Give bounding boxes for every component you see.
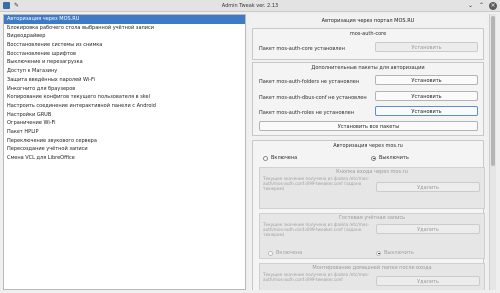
folders-status: Пакет mos-auth-folders не установлен (259, 79, 360, 85)
sidebar-item-recreate-account[interactable]: Пересоздание учётной записи (4, 145, 245, 154)
install-dbus-conf-button[interactable]: Установить (375, 91, 478, 101)
auth-group: Авторизация через mos.ru Включена Выключ… (252, 140, 485, 290)
settings-panel: Авторизация через портал MOS.RU mos-auth… (249, 14, 487, 290)
scrollbar-thumb[interactable] (491, 16, 495, 166)
login-button-title: Кнопка входа через mos.ru (336, 169, 408, 175)
sidebar-item-video-driver[interactable]: Видеодрайвер (4, 32, 245, 41)
home-mount-setting: Монтирование домашней папки после входа … (259, 263, 485, 290)
sidebar-item-wifi-passwords[interactable]: Защита введённых паролей Wi-Fi (4, 76, 245, 85)
install-roles-button[interactable]: Установить (375, 106, 478, 116)
home-mount-delete-button[interactable]: Удалить (376, 276, 480, 286)
sidebar-item-restore-fonts[interactable]: Восстановление шрифтов (4, 50, 245, 59)
sidebar-item-mos-auth[interactable]: Авторизация через MOS.RU (4, 15, 245, 24)
sidebar-item-store-access[interactable]: Доступ к Магазину (4, 67, 245, 76)
guest-account-title: Гостевая учётная запись (338, 215, 406, 221)
guest-account-delete-button[interactable]: Удалить (376, 224, 480, 234)
sidebar-item-libreoffice-vcl[interactable]: Смена VCL для LibreOffice (4, 154, 245, 163)
guest-account-source: Текущее значение получено из файла /etc/… (263, 222, 370, 237)
login-button-source: Текущее значение получено из файла /etc/… (263, 176, 370, 191)
guest-disable-label: Выключить (384, 250, 414, 256)
panel-scrollbar[interactable] (489, 14, 496, 290)
auth-disable-label: Выключить (379, 155, 409, 161)
sidebar-item-android-panel[interactable]: Настроить соединение интерактивной панел… (4, 102, 245, 111)
guest-disable-radio[interactable]: Выключить (376, 250, 414, 256)
sidebar-item-copy-skel[interactable]: Копирование конфигов текущего пользовате… (4, 93, 245, 102)
minimize-icon[interactable]: ⌄ (467, 2, 474, 9)
guest-enabled-label: Включена (276, 250, 303, 256)
sidebar-item-incognito[interactable]: Инкогнито для браузеров (4, 85, 245, 94)
auth-enabled-radio[interactable]: Включена (263, 155, 297, 161)
login-button-setting: Кнопка входа через mos.ru Текущее значен… (259, 167, 485, 209)
guest-account-setting: Гостевая учётная запись Текущее значение… (259, 213, 485, 259)
home-mount-source: Текущее значение получено из файла /etc/… (263, 272, 370, 282)
guest-enabled-radio[interactable]: Включена (268, 250, 302, 256)
install-folders-button[interactable]: Установить (375, 75, 478, 85)
radio-icon (268, 250, 273, 256)
radio-icon (263, 155, 268, 161)
maximize-icon[interactable]: ⌃ (478, 2, 485, 9)
auth-group-title: Авторизация через mos.ru (333, 143, 403, 149)
sidebar: Авторизация через MOS.RU Блокировка рабо… (3, 14, 246, 290)
install-all-button[interactable]: Установить все пакеты (259, 121, 478, 131)
auth-disable-radio[interactable]: Выключить (371, 155, 409, 161)
login-button-delete-button[interactable]: Удалить (376, 182, 480, 192)
close-icon[interactable]: × (489, 2, 497, 10)
sidebar-item-wifi-limit[interactable]: Ограничение Wi-Fi (4, 119, 245, 128)
sidebar-item-power[interactable]: Выключение и перезагрузка (4, 58, 245, 67)
sidebar-item-grub[interactable]: Настройки GRUB (4, 111, 245, 120)
sidebar-item-restore-snapshot[interactable]: Восстановление системы из снимка (4, 41, 245, 50)
sidebar-item-sound-server[interactable]: Переключение звукового сервера (4, 137, 245, 146)
sidebar-item-lock-desktop[interactable]: Блокировка рабочего стола выбранной учёт… (4, 24, 245, 33)
install-core-button[interactable]: Установить (375, 42, 478, 52)
roles-status: Пакет mos-auth-roles не установлен (259, 110, 355, 116)
page-title: Авторизация через портал MOS.RU (321, 18, 415, 24)
core-group-title: mos-auth-core (349, 31, 387, 37)
radio-selected-icon (376, 250, 381, 256)
core-group: mos-auth-core Пакет mos-auth-core устано… (252, 28, 484, 60)
sidebar-item-hplip[interactable]: Пакет HPLIP (4, 128, 245, 137)
extra-group-title: Дополнительные пакеты для авторизации (311, 65, 425, 71)
window-title: Admin Tweak ver. 2.13 (221, 3, 279, 9)
extra-packages-group: Дополнительные пакеты для авторизации Па… (252, 62, 484, 136)
radio-selected-icon (371, 155, 376, 161)
home-mount-title: Монтирование домашней папки после входа (312, 265, 432, 271)
dbus-conf-status: Пакет mos-auth-dbus-conf не установлен (259, 95, 367, 101)
auth-enabled-label: Включена (271, 155, 298, 161)
app-window: ✎ Admin Tweak ver. 2.13 ⌄ ⌃ × Авторизаци… (0, 0, 500, 293)
core-status: Пакет mos-auth-core установлен (259, 46, 345, 52)
title-bar: ✎ Admin Tweak ver. 2.13 ⌄ ⌃ × (0, 0, 500, 12)
